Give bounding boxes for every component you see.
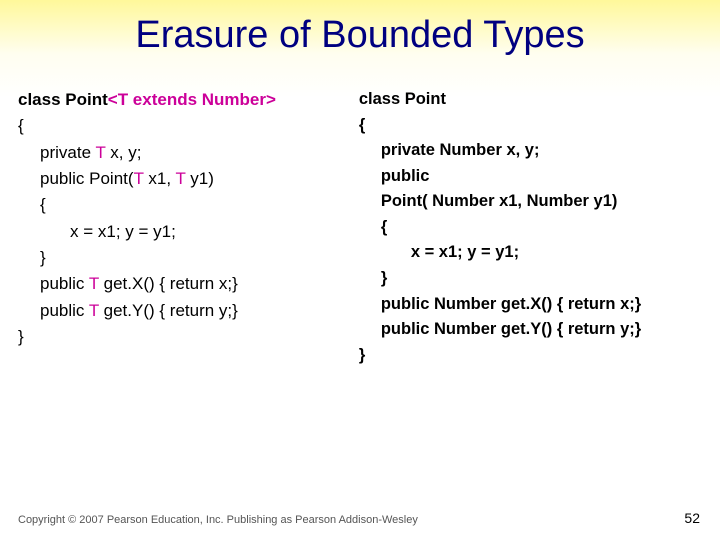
type-param: T bbox=[89, 301, 99, 320]
code-line: } bbox=[18, 324, 345, 350]
generic-param: <T extends Number> bbox=[108, 90, 276, 109]
code-line: class Point bbox=[359, 87, 702, 113]
code-right-erased: class Point { private Number x, y; publi… bbox=[359, 87, 702, 368]
type-param: T bbox=[175, 169, 185, 188]
code-text: public bbox=[40, 274, 89, 293]
code-line: public Point(T x1, T y1) bbox=[18, 166, 345, 192]
code-text: get.Y() { return y;} bbox=[99, 301, 238, 320]
code-line: } bbox=[359, 266, 702, 292]
page-number: 52 bbox=[684, 510, 700, 526]
code-line: private T x, y; bbox=[18, 140, 345, 166]
code-columns: class Point<T extends Number> { private … bbox=[0, 57, 720, 368]
code-text: x, y; bbox=[106, 143, 142, 162]
code-text: private bbox=[40, 143, 95, 162]
code-line: public Number get.Y() { return y;} bbox=[359, 317, 702, 343]
type-param: T bbox=[89, 274, 99, 293]
code-line: { bbox=[18, 113, 345, 139]
code-left-generic: class Point<T extends Number> { private … bbox=[18, 87, 345, 368]
code-line: { bbox=[359, 215, 702, 241]
code-line: class Point<T extends Number> bbox=[18, 87, 345, 113]
code-line: x = x1; y = y1; bbox=[18, 219, 345, 245]
code-line: { bbox=[18, 192, 345, 218]
slide-title: Erasure of Bounded Types bbox=[0, 0, 720, 57]
code-line: } bbox=[18, 245, 345, 271]
code-text: x1, bbox=[144, 169, 176, 188]
code-line: Point( Number x1, Number y1) bbox=[359, 189, 702, 215]
code-line: x = x1; y = y1; bbox=[359, 240, 702, 266]
code-line: private Number x, y; bbox=[359, 138, 702, 164]
code-text: y1) bbox=[186, 169, 214, 188]
code-line: { bbox=[359, 113, 702, 139]
code-line: public T get.X() { return x;} bbox=[18, 271, 345, 297]
code-text: public bbox=[40, 301, 89, 320]
code-line: public T get.Y() { return y;} bbox=[18, 298, 345, 324]
code-text: public Point( bbox=[40, 169, 134, 188]
copyright-footer: Copyright © 2007 Pearson Education, Inc.… bbox=[18, 514, 418, 526]
type-param: T bbox=[95, 143, 105, 162]
slide: Erasure of Bounded Types class Point<T e… bbox=[0, 0, 720, 540]
code-line: } bbox=[359, 343, 702, 369]
type-param: T bbox=[134, 169, 144, 188]
code-text: get.X() { return x;} bbox=[99, 274, 238, 293]
code-line: public bbox=[359, 164, 702, 190]
code-text: class Point bbox=[18, 90, 108, 109]
code-line: public Number get.X() { return x;} bbox=[359, 292, 702, 318]
